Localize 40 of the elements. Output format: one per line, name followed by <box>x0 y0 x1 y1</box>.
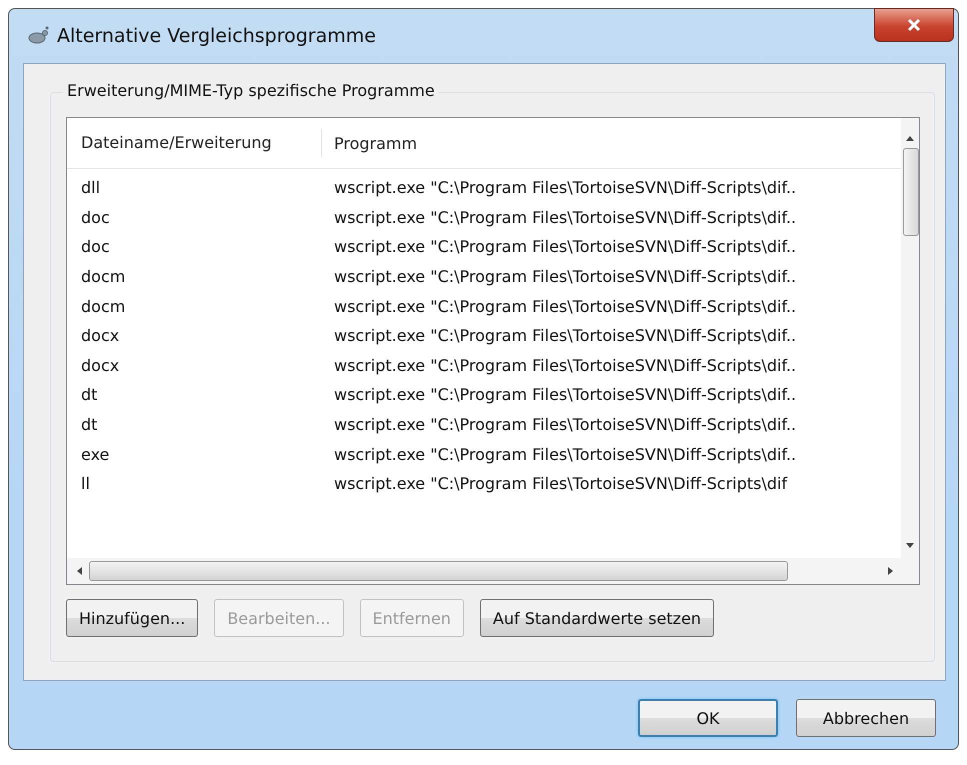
column-header[interactable]: Dateiname/Erweiterung <box>67 129 322 157</box>
table-cell-text: dt <box>80 385 98 404</box>
down-arrow-icon <box>905 542 915 550</box>
table-cell-text: dt <box>80 415 98 434</box>
dialog-button[interactable]: Abbrechen <box>796 699 936 737</box>
table-cell-text: dll <box>80 178 102 198</box>
table-cell-text: wscript.exe "C:\Program Files\TortoiseSVN\Diff-Scripts\dif.. <box>333 237 796 256</box>
table-cell-text: doc <box>80 208 111 227</box>
window-title: Alternative Vergleichsprogramme <box>57 25 376 47</box>
table-cell-text: ll <box>80 474 91 494</box>
table-cell-text: docm <box>80 267 126 286</box>
table-cell-text: wscript.exe "C:\Program Files\TortoiseSVN\Diff-Scripts\dif.. <box>333 178 796 198</box>
scroll-thumb[interactable] <box>903 148 919 236</box>
table-cell-text: wscript.exe "C:\Program Files\TortoiseSVN\Diff-Scripts\dif.. <box>333 326 796 346</box>
table-cell-text: wscript.exe "C:\Program Files\TortoiseSVN\Diff-Scripts\dif.. <box>333 267 796 286</box>
up-arrow-icon <box>905 134 915 142</box>
table-cell-text: docx <box>80 326 120 346</box>
action-button[interactable]: Auf Standardwerte setzen <box>480 599 714 637</box>
close-button[interactable] <box>874 8 954 42</box>
table-cell-text: exe <box>80 444 110 464</box>
table-cell-text: wscript.exe "C:\Program Files\TortoiseSVN\Diff-Scripts\dif.. <box>333 208 796 227</box>
table-cell-text: wscript.exe "C:\Program Files\TortoiseSVN\Diff-Scripts\dif <box>333 474 788 494</box>
column-header[interactable]: Programm <box>322 134 418 152</box>
table-cell-text: wscript.exe "C:\Program Files\TortoiseSVN\Diff-Scripts\dif.. <box>333 444 796 464</box>
close-icon <box>906 18 922 32</box>
left-arrow-icon <box>75 566 83 576</box>
scroll-thumb[interactable] <box>89 561 788 581</box>
right-arrow-icon <box>887 566 895 576</box>
table-cell-text: wscript.exe "C:\Program Files\TortoiseSVN\Diff-Scripts\dif.. <box>333 385 796 404</box>
group-title: Erweiterung/MIME-Typ spezifische Programme <box>63 81 439 100</box>
table-cell-text: wscript.exe "C:\Program Files\TortoiseSVN\Diff-Scripts\dif.. <box>333 415 796 434</box>
horizontal-scrollbar[interactable] <box>67 558 919 584</box>
dialog-button[interactable]: OK <box>638 699 778 737</box>
table-cell-text: docm <box>80 296 126 316</box>
vertical-scrollbar[interactable] <box>901 118 919 558</box>
table-cell-text: wscript.exe "C:\Program Files\TortoiseSVN\Diff-Scripts\dif.. <box>333 296 796 316</box>
table-cell-text: wscript.exe "C:\Program Files\TortoiseSVN\Diff-Scripts\dif.. <box>333 356 796 375</box>
table-cell-text: doc <box>80 237 111 256</box>
action-button[interactable]: Hinzufügen... <box>66 599 198 637</box>
table-cell-text: docx <box>80 356 120 375</box>
